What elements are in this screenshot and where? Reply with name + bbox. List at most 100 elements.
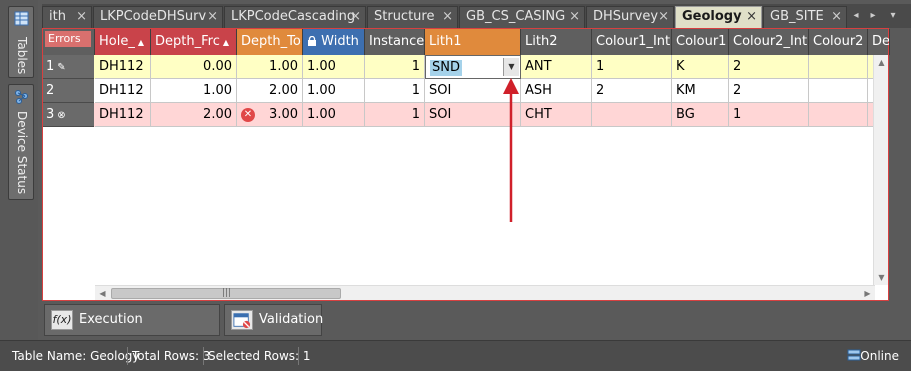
- column-header-de[interactable]: De: [868, 29, 890, 55]
- row-number: 2: [46, 83, 55, 98]
- cell-colour2-int[interactable]: 2: [729, 55, 809, 79]
- side-tab-tables[interactable]: Tables: [8, 6, 34, 78]
- close-icon[interactable]: ×: [442, 7, 453, 27]
- close-icon[interactable]: ×: [831, 7, 842, 27]
- column-label: Hole_: [99, 34, 135, 49]
- close-icon[interactable]: ×: [746, 7, 757, 27]
- chevron-down-icon[interactable]: ▼: [503, 58, 519, 76]
- tab-gb-site[interactable]: GB_SITE ×: [763, 6, 847, 28]
- grip-icon: |||: [222, 288, 232, 298]
- scroll-down-icon[interactable]: ▼: [874, 270, 889, 285]
- column-header-hole[interactable]: Hole_ ▲: [95, 29, 151, 55]
- cell-colour2[interactable]: [809, 79, 868, 103]
- vertical-scrollbar[interactable]: ▲ ▼: [873, 55, 888, 285]
- table-row[interactable]: 2 DH112 1.00 2.00 1.00 1 SOI ASH 2 KM 2: [43, 79, 888, 103]
- column-header-colour1-int[interactable]: Colour1_Int: [592, 29, 672, 55]
- cell-colour2[interactable]: [809, 103, 868, 127]
- column-header-depth-from[interactable]: Depth_Frc ▲: [151, 29, 237, 55]
- cell-colour1-int[interactable]: [592, 103, 672, 127]
- column-header-depth-to[interactable]: Depth_To: [237, 29, 303, 55]
- errors-filter-button[interactable]: Errors: [45, 31, 91, 47]
- tab-structure[interactable]: Structure ×: [367, 6, 458, 28]
- cell-colour2[interactable]: [809, 55, 868, 79]
- tab-label: DHSurvey: [593, 9, 659, 24]
- cell-hole[interactable]: DH112: [95, 79, 151, 103]
- cell-depth-to[interactable]: 1.00: [237, 55, 303, 79]
- cell-lith2[interactable]: ANT: [521, 55, 592, 79]
- scroll-left-icon[interactable]: ◂: [848, 6, 864, 28]
- cell-width[interactable]: 1.00: [303, 103, 365, 127]
- status-bar: Table Name: Geology Total Rows: 3 Select…: [0, 340, 911, 371]
- cell-lith2[interactable]: ASH: [521, 79, 592, 103]
- column-header-colour1[interactable]: Colour1: [672, 29, 729, 55]
- scroll-right-icon[interactable]: ▸: [865, 6, 881, 28]
- tab-dhsurvey[interactable]: DHSurvey ×: [586, 6, 674, 28]
- sort-ascending-icon: ▲: [222, 38, 229, 47]
- column-header-colour2[interactable]: Colour2: [809, 29, 868, 55]
- column-header-width[interactable]: Width: [303, 29, 365, 55]
- cell-colour1-int[interactable]: 1: [592, 55, 672, 79]
- cell-colour2-int[interactable]: 2: [729, 79, 809, 103]
- table-row[interactable]: 1 ✎ DH112 0.00 1.00 1.00 1 SND ▼ ANT 1 K …: [43, 55, 888, 79]
- cell-colour1-int[interactable]: 2: [592, 79, 672, 103]
- tab-label: GB_CS_CASING: [466, 9, 566, 24]
- error-icon[interactable]: ✕: [241, 108, 255, 122]
- tab-validation[interactable]: Validation: [224, 304, 323, 336]
- column-label: Depth_Frc: [155, 34, 220, 49]
- side-tab-device-status[interactable]: Device Status: [8, 84, 34, 200]
- close-icon[interactable]: ×: [350, 7, 361, 27]
- row-number: 3: [46, 107, 55, 122]
- cell-hole[interactable]: DH112: [95, 55, 151, 79]
- tab-ith[interactable]: ith ×: [42, 6, 92, 28]
- close-icon[interactable]: ×: [658, 7, 669, 27]
- close-icon[interactable]: ×: [207, 7, 218, 27]
- row-header[interactable]: 1 ✎: [43, 55, 94, 79]
- column-header-colour2-int[interactable]: Colour2_Int: [729, 29, 809, 55]
- cell-colour1[interactable]: K: [672, 55, 729, 79]
- column-header-instance[interactable]: Instance: [365, 29, 425, 55]
- row-header[interactable]: 3 ⊗: [43, 103, 94, 127]
- column-header-lith1[interactable]: Lith1: [425, 29, 521, 55]
- cell-colour1[interactable]: BG: [672, 103, 729, 127]
- tab-gb-cs-casing[interactable]: GB_CS_CASING ×: [459, 6, 585, 28]
- status-separator: [203, 347, 204, 365]
- tab-lkpcodedhsurv[interactable]: LKPCodeDHSurv ×: [93, 6, 223, 28]
- row-header[interactable]: 2: [43, 79, 94, 103]
- cell-depth-to[interactable]: 2.00: [237, 79, 303, 103]
- close-icon[interactable]: ×: [569, 7, 580, 27]
- cell-colour2-int[interactable]: 1: [729, 103, 809, 127]
- tab-geology[interactable]: Geology ×: [675, 6, 762, 28]
- lith1-dropdown-editor[interactable]: SND ▼: [425, 55, 521, 79]
- column-label: Colour2_Int: [733, 34, 808, 49]
- scroll-right-icon[interactable]: ▶: [860, 286, 875, 301]
- cell-lith2[interactable]: CHT: [521, 103, 592, 127]
- cell-instance[interactable]: 1: [365, 79, 425, 103]
- tab-lkpcodecascading[interactable]: LKPCodeCascading ×: [224, 6, 366, 28]
- lith1-selected-value[interactable]: SND: [430, 60, 462, 76]
- close-icon[interactable]: ×: [76, 7, 87, 27]
- horizontal-scroll-thumb[interactable]: |||: [111, 288, 341, 299]
- cell-instance[interactable]: 1: [365, 55, 425, 79]
- cell-hole[interactable]: DH112: [95, 103, 151, 127]
- cell-depth-from[interactable]: 0.00: [151, 55, 237, 79]
- cell-lith1[interactable]: SOI: [425, 103, 521, 127]
- cell-width[interactable]: 1.00: [303, 55, 365, 79]
- column-label: Width: [321, 34, 359, 49]
- table-row[interactable]: 3 ⊗ DH112 2.00 ✕ 3.00 1.00 1 SOI CHT BG 1: [43, 103, 888, 127]
- tab-list-dropdown-icon[interactable]: ▾: [885, 6, 901, 28]
- cell-instance[interactable]: 1: [365, 103, 425, 127]
- horizontal-scrollbar[interactable]: ◀ ||| ▶: [95, 285, 875, 300]
- column-label: Lith1: [429, 34, 462, 49]
- network-icon: [15, 90, 28, 104]
- column-header-lith2[interactable]: Lith2: [521, 29, 592, 55]
- cell-lith1[interactable]: SOI: [425, 79, 521, 103]
- tab-execution-parameters[interactable]: f(x) Execution Parameters: [44, 304, 220, 357]
- cell-depth-from[interactable]: 1.00: [151, 79, 237, 103]
- cell-width[interactable]: 1.00: [303, 79, 365, 103]
- scroll-up-icon[interactable]: ▲: [874, 55, 889, 70]
- cell-depth-from[interactable]: 2.00: [151, 103, 237, 127]
- tab-label: LKPCodeDHSurv: [100, 9, 207, 24]
- cell-depth-to-error[interactable]: ✕ 3.00: [237, 103, 303, 127]
- cell-colour1[interactable]: KM: [672, 79, 729, 103]
- scroll-left-icon[interactable]: ◀: [95, 286, 110, 301]
